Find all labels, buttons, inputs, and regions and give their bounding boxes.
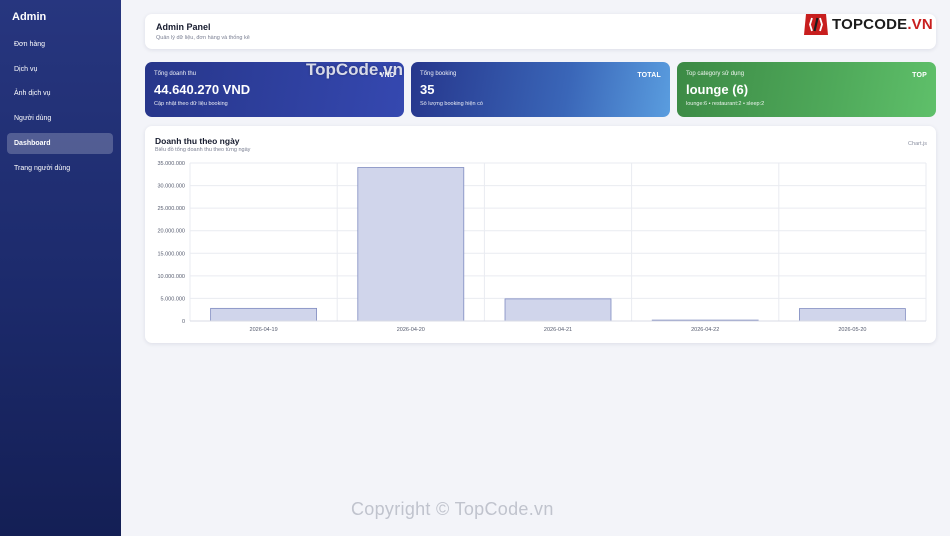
page-subtitle: Quản lý dữ liệu, đơn hàng và thống kê xyxy=(156,35,250,41)
topcode-logo-icon xyxy=(804,14,828,35)
sidebar-item-dashboard[interactable]: Dashboard xyxy=(7,133,113,154)
chart-bar xyxy=(799,308,906,322)
topcode-logo-suffix: .VN xyxy=(907,16,933,33)
y-tick-label: 30.000.000 xyxy=(157,184,185,190)
chart-bar xyxy=(210,307,317,322)
sidebar-item-user-page[interactable]: Trang người dùng xyxy=(7,158,113,179)
y-tick-label: 5.000.000 xyxy=(161,296,185,302)
stat-card-tag: VND xyxy=(379,72,395,79)
stat-card-top-category: Top category sử dụng lounge (6) lounge:6… xyxy=(677,62,936,117)
stat-card-value: 44.640.270 VND xyxy=(154,82,251,97)
stat-card-tag: TOP xyxy=(912,72,927,79)
sidebar-item-service-images[interactable]: Ảnh dịch vụ xyxy=(7,83,113,104)
x-tick-label: 2026-04-21 xyxy=(544,327,572,333)
topcode-logo-text: TOPCODE.VN xyxy=(832,16,933,33)
topcode-logo-word: TOPCODE xyxy=(832,16,908,33)
stat-card-label: Top category sử dụng xyxy=(686,71,745,77)
sidebar-item-orders[interactable]: Đơn hàng xyxy=(7,34,113,55)
revenue-bar-chart: 0 5.000.000 10.000.000 15.000.000 20.000.000… xyxy=(157,161,927,333)
stat-card-note: Số lượng booking hiện có xyxy=(420,101,483,107)
stat-card-value: 35 xyxy=(420,82,435,97)
stat-card-label: Tổng booking xyxy=(420,71,457,77)
sidebar-brand: Admin xyxy=(12,11,47,23)
revenue-chart-panel: Doanh thu theo ngày Biểu đồ tổng doanh t… xyxy=(145,126,936,343)
chart-bar xyxy=(357,167,465,322)
sidebar: Admin Đơn hàng Dịch vụ Ảnh dịch vụ Người… xyxy=(0,0,121,536)
stat-card-note: Cập nhật theo dữ liệu booking xyxy=(154,101,228,107)
brand-logo: TOPCODE.VN xyxy=(803,12,933,37)
x-tick-label: 2026-04-20 xyxy=(397,327,425,333)
y-tick-label: 20.000.000 xyxy=(157,229,185,235)
page-title: Admin Panel xyxy=(156,22,211,32)
y-tick-label: 25.000.000 xyxy=(157,206,185,212)
x-tick-label: 2026-04-19 xyxy=(250,327,278,333)
chart-bar xyxy=(504,298,612,322)
x-tick-label: 2026-05-20 xyxy=(838,327,866,333)
x-tick-label: 2026-04-22 xyxy=(691,327,719,333)
y-tick-label: 15.000.000 xyxy=(157,251,185,257)
stat-card-label: Tổng doanh thu xyxy=(154,71,197,77)
main-content: Admin Panel Quản lý dữ liệu, đơn hàng và… xyxy=(121,0,950,536)
stat-card-value: lounge (6) xyxy=(686,82,749,97)
y-tick-label: 0 xyxy=(182,319,185,325)
stat-card-note: lounge:6 • restaurant:2 • sleep:2 xyxy=(686,101,765,107)
stat-card-revenue: Tổng doanh thu 44.640.270 VND Cập nhật t… xyxy=(145,62,404,117)
y-tick-label: 10.000.000 xyxy=(157,274,185,280)
sidebar-item-users[interactable]: Người dùng xyxy=(7,108,113,129)
y-tick-label: 35.000.000 xyxy=(157,161,185,167)
sidebar-item-services[interactable]: Dịch vụ xyxy=(7,59,113,80)
stat-card-tag: TOTAL xyxy=(637,72,661,79)
stat-card-bookings: Tổng booking 35 Số lượng booking hiện có… xyxy=(411,62,670,117)
